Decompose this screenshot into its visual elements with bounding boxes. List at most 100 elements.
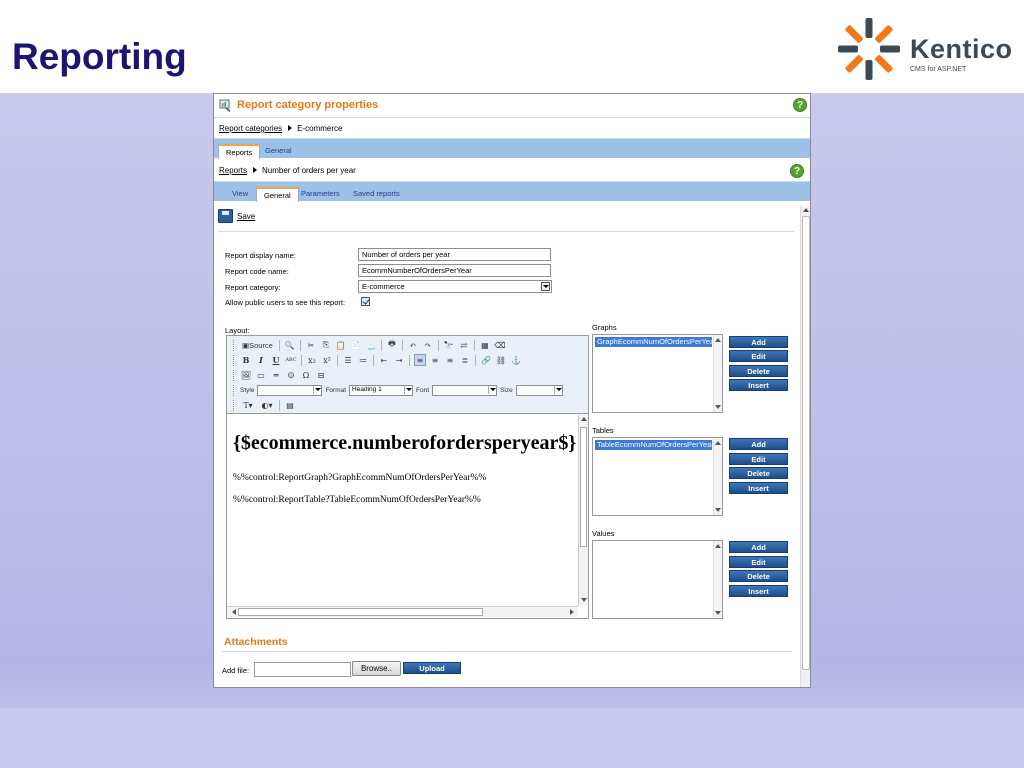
tables-list[interactable]: TableEcommNumOfOrdersPerYear bbox=[592, 437, 723, 516]
background-color-icon[interactable]: ◐▾ bbox=[259, 399, 275, 411]
breadcrumb-link-report-categories[interactable]: Report categories bbox=[219, 124, 282, 133]
align-right-icon[interactable]: ≡ bbox=[444, 354, 456, 366]
paste-word-icon[interactable]: 📃 bbox=[365, 339, 377, 351]
insert-value-button[interactable]: Insert bbox=[729, 585, 788, 597]
align-justify-icon[interactable]: ≣ bbox=[459, 354, 471, 366]
category-select[interactable]: E-commerce bbox=[358, 280, 552, 293]
main-scrollbar[interactable] bbox=[800, 206, 810, 687]
edit-graph-button[interactable]: Edit bbox=[729, 350, 788, 362]
find-icon[interactable]: 🔭 bbox=[443, 339, 455, 351]
add-table-button[interactable]: Add bbox=[729, 438, 788, 450]
unlink-icon[interactable]: ⛓ bbox=[495, 354, 507, 366]
show-blocks-icon[interactable]: ▤ bbox=[284, 399, 296, 411]
list-item[interactable]: TableEcommNumOfOrdersPerYear bbox=[595, 440, 712, 450]
delete-table-button[interactable]: Delete bbox=[729, 467, 788, 479]
edit-table-button[interactable]: Edit bbox=[729, 453, 788, 465]
tab-general[interactable]: General bbox=[256, 187, 299, 202]
editor-horizontal-scrollbar[interactable] bbox=[227, 606, 578, 617]
chevron-down-icon[interactable] bbox=[488, 385, 497, 394]
list-scrollbar[interactable] bbox=[713, 541, 722, 618]
underline-icon[interactable]: U bbox=[270, 354, 282, 366]
scroll-down-icon[interactable] bbox=[715, 611, 721, 615]
tab-reports[interactable]: Reports bbox=[218, 144, 261, 159]
list-scrollbar[interactable] bbox=[713, 335, 722, 412]
list-item[interactable]: GraphEcommNumOfOrdersPerYear bbox=[595, 337, 712, 347]
select-all-icon[interactable]: ▦ bbox=[479, 339, 491, 351]
help-icon[interactable]: ? bbox=[790, 164, 804, 178]
paste-icon[interactable]: 📋 bbox=[335, 339, 347, 351]
chevron-down-icon[interactable] bbox=[541, 282, 550, 291]
insert-graph-button[interactable]: Insert bbox=[729, 379, 788, 391]
bold-icon[interactable]: B bbox=[240, 354, 252, 366]
subscript-icon[interactable]: x₂ bbox=[306, 354, 318, 366]
edit-value-button[interactable]: Edit bbox=[729, 556, 788, 568]
image-icon[interactable]: 🖼 bbox=[240, 369, 252, 381]
tab-parameters[interactable]: Parameters bbox=[294, 187, 347, 202]
editor-vertical-scrollbar[interactable] bbox=[578, 415, 588, 606]
indent-icon[interactable]: ⇥ bbox=[393, 354, 405, 366]
scroll-up-icon[interactable] bbox=[715, 441, 721, 445]
file-path-input[interactable] bbox=[254, 662, 351, 677]
source-button[interactable]: ▣ Source bbox=[240, 339, 275, 351]
insert-table-button[interactable]: Insert bbox=[729, 482, 788, 494]
numbered-list-icon[interactable]: ☰ bbox=[342, 354, 354, 366]
code-name-field[interactable]: EcommNumberOfOrdersPerYear bbox=[358, 264, 551, 277]
cut-icon[interactable]: ✂ bbox=[305, 339, 317, 351]
copy-icon[interactable]: ⎘ bbox=[320, 339, 332, 351]
replace-icon[interactable]: ⇄ bbox=[458, 339, 470, 351]
list-scrollbar[interactable] bbox=[713, 438, 722, 515]
tab-view[interactable]: View bbox=[225, 187, 255, 202]
paste-text-icon[interactable]: 📄 bbox=[350, 339, 362, 351]
tab-saved-reports[interactable]: Saved reports bbox=[346, 187, 407, 202]
chevron-down-icon[interactable] bbox=[404, 385, 413, 394]
italic-icon[interactable]: I bbox=[255, 354, 267, 366]
remove-format-icon[interactable]: ⌫ bbox=[494, 339, 506, 351]
scroll-up-icon[interactable] bbox=[581, 417, 587, 421]
smiley-icon[interactable]: ☺ bbox=[285, 369, 297, 381]
delete-value-button[interactable]: Delete bbox=[729, 570, 788, 582]
align-left-icon[interactable]: ≡ bbox=[414, 354, 426, 366]
preview-icon[interactable]: 🔍 bbox=[284, 339, 296, 351]
size-select[interactable] bbox=[515, 384, 563, 396]
chevron-down-icon[interactable] bbox=[553, 385, 562, 394]
text-color-icon[interactable]: T▾ bbox=[240, 399, 256, 411]
delete-graph-button[interactable]: Delete bbox=[729, 365, 788, 377]
horizontal-rule-icon[interactable]: ═ bbox=[270, 369, 282, 381]
special-char-icon[interactable]: Ω bbox=[300, 369, 312, 381]
align-center-icon[interactable]: ≡ bbox=[429, 354, 441, 366]
strikethrough-icon[interactable]: ABC bbox=[285, 354, 297, 366]
scroll-down-icon[interactable] bbox=[715, 405, 721, 409]
scrollbar-thumb[interactable] bbox=[580, 427, 587, 547]
browse-button[interactable]: Browse.. bbox=[352, 661, 401, 676]
scroll-right-icon[interactable] bbox=[570, 609, 577, 615]
scrollbar-thumb[interactable] bbox=[802, 216, 810, 670]
public-access-checkbox[interactable] bbox=[361, 297, 370, 306]
scroll-down-icon[interactable] bbox=[581, 598, 587, 602]
upload-button[interactable]: Upload bbox=[403, 662, 461, 674]
undo-icon[interactable]: ↶ bbox=[407, 339, 419, 351]
add-value-button[interactable]: Add bbox=[729, 541, 788, 553]
display-name-field[interactable]: Number of orders per year bbox=[358, 248, 551, 261]
scroll-up-icon[interactable] bbox=[715, 338, 721, 342]
tab-general[interactable]: General bbox=[258, 144, 299, 159]
redo-icon[interactable]: ↷ bbox=[422, 339, 434, 351]
chevron-down-icon[interactable] bbox=[313, 385, 322, 394]
page-break-icon[interactable]: ⊟ bbox=[315, 369, 327, 381]
scroll-down-icon[interactable] bbox=[715, 508, 721, 512]
format-select[interactable]: Heading 1 bbox=[349, 384, 414, 396]
superscript-icon[interactable]: x² bbox=[321, 354, 333, 366]
scroll-left-icon[interactable] bbox=[229, 609, 236, 615]
breadcrumb-link-reports[interactable]: Reports bbox=[219, 166, 247, 175]
values-list[interactable] bbox=[592, 540, 723, 619]
style-select[interactable] bbox=[257, 384, 323, 396]
bulleted-list-icon[interactable]: ≔ bbox=[357, 354, 369, 366]
scrollbar-thumb[interactable] bbox=[238, 608, 483, 616]
print-icon[interactable]: 🖶 bbox=[386, 339, 398, 351]
editor-content[interactable]: {$ecommerce.numberofordersperyear$} %%co… bbox=[227, 416, 577, 606]
link-icon[interactable]: 🔗 bbox=[480, 354, 492, 366]
help-icon[interactable]: ? bbox=[793, 98, 807, 112]
graphs-list[interactable]: GraphEcommNumOfOrdersPerYear bbox=[592, 334, 723, 413]
outdent-icon[interactable]: ⇤ bbox=[378, 354, 390, 366]
scroll-up-icon[interactable] bbox=[715, 544, 721, 548]
anchor-icon[interactable]: ⚓ bbox=[510, 354, 522, 366]
